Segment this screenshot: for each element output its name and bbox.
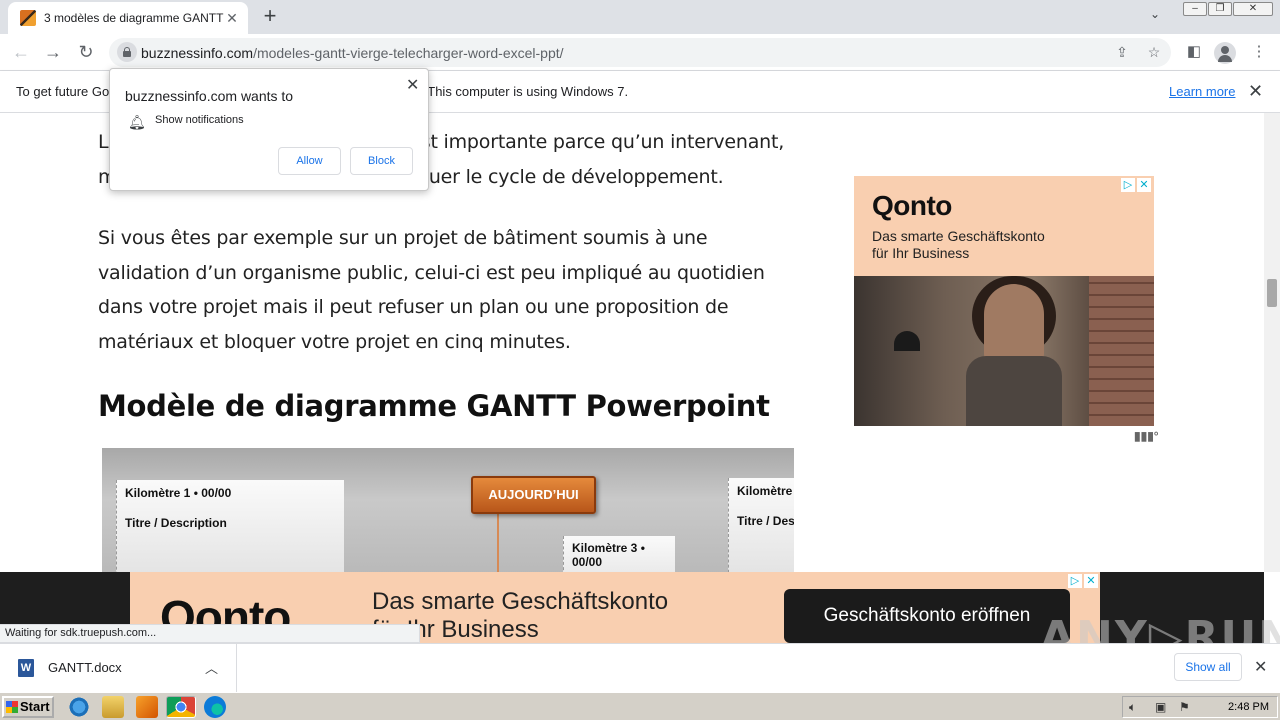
media-player-icon[interactable] [136,696,158,718]
word-document-icon: W [18,659,34,677]
minimize-button[interactable]: – [1183,2,1207,16]
browser-toolbar: ← → ↻ buzznessinfo.com/modeles-gantt-vie… [0,34,1280,71]
download-shelf: W GANTT.docx ︿ Show all ✕ [0,643,1280,692]
lock-icon[interactable] [117,42,137,62]
url-path: /modeles-gantt-vierge-telecharger-word-e… [253,45,564,61]
ad-tagline-line: Das smarte Geschäftskonto [372,588,669,615]
tab-strip: 3 modèles de diagramme GANTT vierges ✕ +… [0,0,1280,34]
back-arrow-icon[interactable]: ← [9,40,33,64]
reload-icon[interactable]: ↻ [74,40,98,64]
scrollbar-thumb[interactable] [1267,279,1277,307]
milestone-description: Titre / Des [737,514,794,528]
edge-icon[interactable] [204,696,226,718]
speaker-icon[interactable]: 🔈︎ [1129,701,1143,713]
windows-taskbar: Start 🔈︎ ▣ ⚑ 2:48 PM [0,692,1280,720]
milestone-description: Titre / Description [125,516,227,530]
milestone-title: Kilomètre 1 • 00/00 [125,486,232,500]
bookmark-star-icon[interactable]: ☆ [1145,44,1163,62]
shelf-close-icon[interactable]: ✕ [1254,657,1267,677]
profile-avatar-icon[interactable] [1214,42,1236,64]
forward-arrow-icon[interactable]: → [41,40,65,64]
menu-kebab-icon[interactable]: ⋮ [1248,41,1270,63]
article-paragraph-2: Si vous êtes par exemple sur un projet d… [98,227,765,353]
lamp-shape [894,331,920,351]
ad-cta-button[interactable]: Geschäftskonto eröffnen [784,589,1070,643]
internet-explorer-icon[interactable] [68,696,90,718]
chevron-up-icon[interactable]: ︿ [205,658,218,677]
adchoices-icon[interactable]: ▷ [1121,178,1135,192]
milestone-card-1: Kilomètre 1 • 00/00 Titre / Description [116,480,344,572]
ad-tagline: Das smarte Geschäftskonto für Ihr Busine… [872,228,1045,262]
share-icon[interactable]: ⇪ [1113,44,1131,62]
url-text[interactable]: buzznessinfo.com/modeles-gantt-vierge-te… [141,45,564,61]
ad-photo [854,276,1154,426]
adchoices-icon[interactable]: ▷ [1068,574,1082,588]
brick-wall-shape [1089,276,1154,426]
status-bubble: Waiting for sdk.truepush.com... [0,624,420,643]
tab-close-icon[interactable]: ✕ [224,10,240,27]
today-marker: AUJOURD’HUI [471,476,596,514]
browser-tab[interactable]: 3 modèles de diagramme GANTT vierges ✕ [8,2,248,34]
show-all-button[interactable]: Show all [1174,653,1242,681]
milestone-card-4: Kilomètre Titre / Des [728,478,794,572]
network-icon[interactable]: ▣ [1155,701,1169,713]
side-advertisement[interactable]: Qonto Das smarte Geschäftskonto für Ihr … [854,176,1154,426]
tab-search-chevron-icon[interactable]: ⌄ [1150,7,1160,21]
milestone-date: 00/00 [572,555,603,569]
ad-logo: Qonto [872,190,952,221]
popup-title: buzznessinfo.com wants to [125,88,294,104]
site-favicon-icon [20,10,36,26]
ad-close-icon[interactable]: ✕ [1084,574,1098,588]
popup-close-icon[interactable]: ✕ [406,75,419,95]
notification-permission-popup: buzznessinfo.com wants to ✕ 🔔︎ Show noti… [109,68,429,191]
allow-button[interactable]: Allow [278,147,341,175]
download-file-name: GANTT.docx [48,660,122,675]
learn-more-link[interactable]: Learn more [1169,84,1235,99]
address-bar[interactable]: buzznessinfo.com/modeles-gantt-vierge-te… [109,38,1171,67]
maximize-button[interactable]: ❐ [1208,2,1232,16]
gantt-template-image[interactable]: Kilomètre 1 • 00/00 Titre / Description … [102,448,794,572]
new-tab-button[interactable]: + [258,5,282,29]
milestone-title: Kilomètre 3 • [572,541,645,555]
milestone-card-3: Kilomètre 3 • 00/00 [563,536,675,572]
permission-text: Show notifications [155,114,244,126]
taskbar-clock[interactable]: 2:48 PM [1228,701,1269,713]
side-panel-icon[interactable]: ◧ [1183,41,1205,63]
ad-close-icon[interactable]: ✕ [1137,178,1151,192]
window-close-button[interactable]: ✕ [1233,2,1273,16]
file-explorer-icon[interactable] [102,696,124,718]
bell-icon: 🔔︎ [128,114,146,130]
download-item[interactable]: W GANTT.docx ︿ [0,644,237,692]
section-heading: Modèle de diagramme GANTT Powerpoint [98,389,770,423]
chrome-icon[interactable] [166,696,196,718]
url-domain: buzznessinfo.com [141,45,254,61]
milestone-title: Kilomètre [737,484,793,498]
infobar-close-icon[interactable]: ✕ [1248,81,1263,102]
start-button[interactable]: Start [2,696,54,718]
ad-tagline-line: für Ihr Business [872,245,970,261]
page-scrollbar[interactable] [1264,113,1280,572]
action-center-flag-icon[interactable]: ⚑ [1179,701,1193,713]
ad-tagline-line: Das smarte Geschäftskonto [872,228,1045,244]
body-shape [966,356,1062,426]
tab-title: 3 modèles de diagramme GANTT vierges [44,11,224,25]
system-tray: 🔈︎ ▣ ⚑ 2:48 PM [1122,696,1278,718]
today-marker-line [497,514,499,572]
ad-network-logo-icon: ▮▮▮° [1134,429,1159,443]
block-button[interactable]: Block [350,147,413,175]
